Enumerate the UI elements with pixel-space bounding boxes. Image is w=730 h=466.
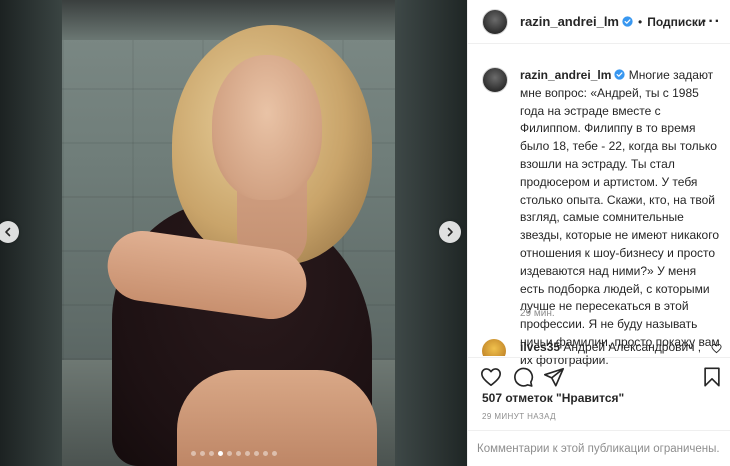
share-icon[interactable] bbox=[543, 366, 565, 388]
author-username[interactable]: razin_andrei_lm bbox=[520, 14, 633, 29]
next-slide-button[interactable] bbox=[439, 221, 461, 243]
carousel-dot bbox=[253, 451, 259, 456]
heart-icon[interactable] bbox=[480, 366, 502, 388]
post-caption: razin_andrei_lm Многие задают мне вопрос… bbox=[482, 67, 722, 370]
carousel-dot bbox=[199, 451, 205, 456]
caption-body: Многие задают мне вопрос: «Андрей, ты с … bbox=[520, 68, 720, 367]
carousel-indicator bbox=[0, 451, 467, 459]
carousel-dot bbox=[190, 451, 196, 456]
heart-icon[interactable] bbox=[711, 343, 722, 354]
bookmark-icon[interactable] bbox=[701, 366, 723, 388]
carousel-dot bbox=[208, 451, 214, 456]
verified-badge-icon bbox=[622, 16, 633, 27]
carousel-dot bbox=[217, 451, 223, 456]
chevron-left-icon bbox=[5, 227, 11, 237]
carousel-dot bbox=[235, 451, 241, 456]
commenter-avatar[interactable] bbox=[482, 339, 506, 356]
chevron-right-icon bbox=[447, 227, 453, 237]
post-actions bbox=[468, 357, 730, 394]
caption-author-avatar[interactable] bbox=[482, 67, 508, 93]
caption-text: razin_andrei_lm Многие задают мне вопрос… bbox=[520, 67, 722, 370]
likes-count[interactable]: 507 отметок "Нравится" bbox=[482, 391, 624, 405]
post-photo bbox=[62, 0, 395, 466]
post-media[interactable] bbox=[0, 0, 467, 466]
post-timestamp[interactable]: 29 МИНУТ НАЗАД bbox=[482, 412, 556, 421]
verified-badge-icon bbox=[614, 69, 626, 80]
comment-icon[interactable] bbox=[512, 366, 534, 388]
post-header: razin_andrei_lm • Подписки ··· bbox=[468, 0, 730, 44]
caption-username[interactable]: razin_andrei_lm bbox=[520, 68, 626, 82]
carousel-dot bbox=[226, 451, 232, 456]
carousel-dot bbox=[271, 451, 277, 456]
author-avatar[interactable] bbox=[482, 8, 508, 35]
more-options-button[interactable]: ··· bbox=[702, 13, 721, 31]
caption-timestamp[interactable]: 29 мин. bbox=[520, 308, 555, 319]
comments-disabled-notice: Комментарии к этой публикации ограничены… bbox=[468, 430, 730, 466]
comment-item: ilves35 Андрей Александрович , bbox=[482, 338, 722, 356]
post-side-panel: razin_andrei_lm • Подписки ··· razin_and… bbox=[467, 0, 730, 466]
header-separator: • bbox=[638, 14, 643, 29]
comment-text: ilves35 Андрей Александрович , bbox=[520, 340, 701, 354]
carousel-dot bbox=[244, 451, 250, 456]
following-button[interactable]: Подписки bbox=[647, 15, 705, 29]
commenter-username[interactable]: ilves35 bbox=[520, 340, 560, 354]
comment-body: Андрей Александрович , bbox=[560, 340, 702, 354]
carousel-dot bbox=[262, 451, 268, 456]
